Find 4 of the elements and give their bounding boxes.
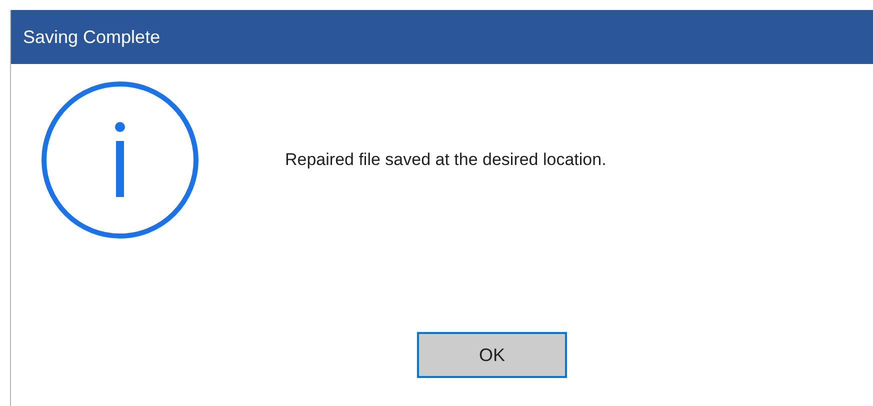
ok-button[interactable]: OK	[417, 332, 567, 378]
message-text: Repaired file saved at the desired location.	[285, 149, 606, 172]
window-title: Saving Complete	[23, 26, 160, 49]
info-icon	[41, 81, 199, 239]
